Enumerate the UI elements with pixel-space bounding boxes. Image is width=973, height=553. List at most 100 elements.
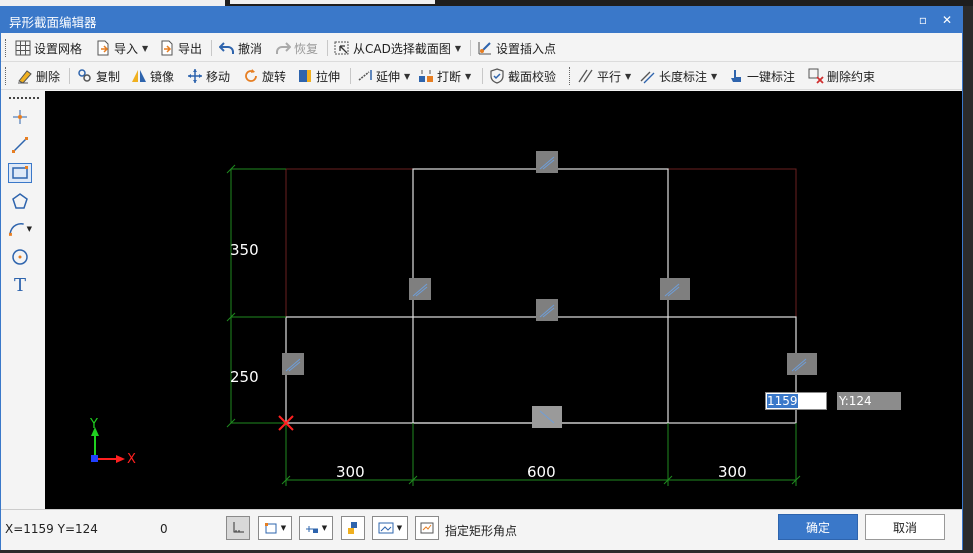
delete-constraint-icon <box>808 68 824 84</box>
main-toolbar: 设置网格 导入 ▼ 导出 撤消 恢复 从CAD选择截面图 ▼ 设置插入点 <box>1 35 962 62</box>
layer-button[interactable] <box>341 516 365 540</box>
import-dropdown-icon[interactable]: ▼ <box>142 44 148 53</box>
stretch-button[interactable]: 拉伸 <box>297 66 340 86</box>
axis-indicator <box>91 427 125 463</box>
arc-dropdown-icon[interactable]: ▼ <box>27 225 32 233</box>
dimension-lines <box>226 164 801 486</box>
ortho-icon <box>233 522 244 533</box>
axis-y-label: Y <box>90 417 98 432</box>
parallel-dropdown-icon[interactable]: ▼ <box>625 72 631 81</box>
rectangle-tool[interactable] <box>8 163 32 183</box>
insert-point-icon <box>478 42 491 55</box>
point-tool[interactable] <box>8 107 32 127</box>
status-bar: X=1159 Y=124 0 ▼ ▼ ▼ 指定矩形角点 确定 取消 <box>1 509 962 550</box>
close-icon[interactable]: ✕ <box>937 10 957 30</box>
break-dropdown-icon[interactable]: ▼ <box>465 72 471 81</box>
point-icon <box>13 110 27 124</box>
panel-grip <box>9 97 39 99</box>
export-label: 导出 <box>178 41 203 56</box>
text-tool[interactable]: T <box>8 275 32 296</box>
display-mode-button[interactable]: ▼ <box>372 516 408 540</box>
extend-dropdown-icon[interactable]: ▼ <box>404 72 410 81</box>
length-dimension-icon <box>640 71 655 84</box>
ortho-toggle[interactable] <box>226 516 250 540</box>
arc-icon <box>8 223 24 236</box>
polygon-tool[interactable] <box>8 191 32 211</box>
upper-right-outline <box>285 168 797 318</box>
track-mode-dropdown-icon[interactable]: ▼ <box>322 524 327 532</box>
length-dimension-label: 长度标注 <box>659 69 708 84</box>
length-dimension-button[interactable]: 长度标注 ▼ <box>640 66 717 86</box>
import-icon <box>97 40 109 56</box>
polygon-icon <box>12 193 28 209</box>
redo-button[interactable]: 恢复 <box>275 38 318 58</box>
title-bar: 异形截面编辑器 ▫ ✕ <box>1 7 962 33</box>
layer-icon <box>348 522 357 534</box>
cad-select-dropdown-icon[interactable]: ▼ <box>455 44 461 53</box>
section-verify-button[interactable]: 截面校验 <box>489 66 556 86</box>
set-grid-button[interactable]: 设置网格 <box>15 38 82 58</box>
drawing-canvas[interactable]: 350 250 300 600 300 Y X 1159 Y:124 <box>45 91 962 509</box>
grip-hatch <box>285 156 807 424</box>
one-click-dimension-button[interactable]: 一键标注 <box>728 66 795 86</box>
delete-button[interactable]: 删除 <box>17 66 60 86</box>
delete-constraint-label: 删除约束 <box>827 69 876 84</box>
set-insert-point-button[interactable]: 设置插入点 <box>477 38 556 58</box>
display-mode-dropdown-icon[interactable]: ▼ <box>397 524 402 532</box>
section-editor-window: 异形截面编辑器 ▫ ✕ 设置网格 导入 ▼ 导出 撤消 恢复 从CAD选择截面图… <box>0 6 963 550</box>
break-button[interactable]: 打断 ▼ <box>418 66 471 86</box>
parallel-icon <box>578 69 593 83</box>
select-from-cad-button[interactable]: 从CAD选择截面图 ▼ <box>334 38 461 58</box>
display-icon <box>378 522 394 534</box>
length-dimension-dropdown-icon[interactable]: ▼ <box>711 72 717 81</box>
redo-label: 恢复 <box>294 41 319 56</box>
delete-constraint-button[interactable]: 删除约束 <box>808 66 875 86</box>
circle-icon <box>12 249 28 265</box>
rotate-label: 旋转 <box>262 69 287 84</box>
toolbar-grip <box>569 67 573 85</box>
snap-mode-dropdown-icon[interactable]: ▼ <box>281 524 286 532</box>
select-from-cad-label: 从CAD选择截面图 <box>353 41 451 56</box>
copy-button[interactable]: 复制 <box>77 66 120 86</box>
circle-tool[interactable] <box>8 247 32 267</box>
ok-button[interactable]: 确定 <box>778 514 858 540</box>
rotate-button[interactable]: 旋转 <box>243 66 286 86</box>
rotate-icon <box>245 69 257 82</box>
mirror-button[interactable]: 镜像 <box>131 66 174 86</box>
line-tool[interactable] <box>8 135 32 155</box>
upper-rectangle <box>412 168 669 424</box>
arc-tool[interactable]: ▼ <box>8 219 32 239</box>
section-drawing <box>91 151 817 486</box>
track-icon <box>305 526 318 533</box>
undo-icon <box>219 42 234 54</box>
minimize-icon[interactable]: ▫ <box>913 10 933 30</box>
move-button[interactable]: 移动 <box>187 66 230 86</box>
dimension-height-bottom: 250 <box>230 368 259 386</box>
export-button[interactable]: 导出 <box>159 38 202 58</box>
toolbar-grip <box>5 67 9 85</box>
y-coordinate-input[interactable]: Y:124 <box>837 392 901 410</box>
parallel-button[interactable]: 平行 ▼ <box>578 66 631 86</box>
command-input-button[interactable] <box>415 516 439 540</box>
hand-pointer-icon <box>731 70 741 82</box>
snap-mode-button[interactable]: ▼ <box>258 516 292 540</box>
parallel-label: 平行 <box>597 69 622 84</box>
snap-rect-icon <box>264 523 277 534</box>
track-mode-button[interactable]: ▼ <box>299 516 333 540</box>
import-label: 导入 <box>114 41 139 56</box>
toolbar-grip <box>5 39 9 57</box>
set-insert-point-label: 设置插入点 <box>496 41 557 56</box>
dimension-width-right: 300 <box>718 463 747 481</box>
copy-label: 复制 <box>96 69 121 84</box>
undo-button[interactable]: 撤消 <box>219 38 262 58</box>
extend-button[interactable]: 延伸 ▼ <box>357 66 410 86</box>
line-icon <box>12 137 28 153</box>
grid-icon <box>15 40 31 56</box>
import-button[interactable]: 导入 ▼ <box>95 38 148 58</box>
shield-check-icon <box>490 68 504 84</box>
dimension-width-middle: 600 <box>527 463 556 481</box>
move-label: 移动 <box>206 69 231 84</box>
cursor-coordinates: X=1159 Y=124 <box>5 522 98 536</box>
x-coordinate-input[interactable]: 1159 <box>765 392 827 410</box>
cancel-button[interactable]: 取消 <box>865 514 945 540</box>
